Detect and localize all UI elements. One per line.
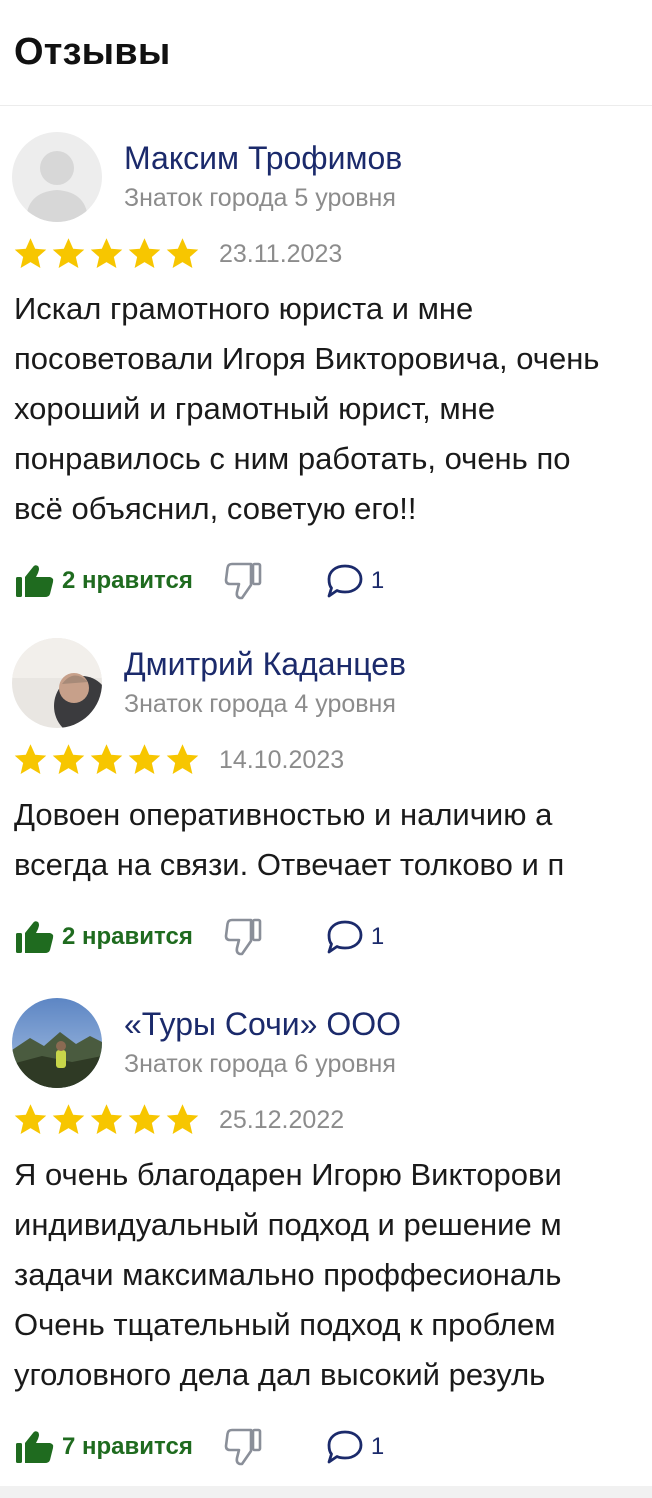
review-author[interactable]: «Туры Сочи» ООО Знаток города 6 уровня [0,994,652,1090]
review-text-line: посоветовали Игоря Викторовича, очень [14,341,600,376]
author-name[interactable]: Дмитрий Каданцев [124,644,406,684]
comment-button[interactable]: 1 [325,1428,384,1466]
star-icon [52,1104,85,1134]
review-card: Максим Трофимов Знаток города 5 уровня 2… [0,128,652,608]
review-text-line: уголовного дела дал высокий резуль [14,1357,546,1392]
rating-row: 25.12.2022 [0,1098,652,1142]
author-name[interactable]: «Туры Сочи» ООО [124,1004,401,1044]
comment-button[interactable]: 1 [325,562,384,600]
star-icon [90,1104,123,1134]
star-icon [52,744,85,774]
review-author[interactable]: Дмитрий Каданцев Знаток города 4 уровня [0,634,652,730]
bottom-divider [0,1486,652,1498]
author-level: Знаток города 4 уровня [124,690,396,718]
review-card: Дмитрий Каданцев Знаток города 4 уровня … [0,634,652,964]
star-icon [90,744,123,774]
review-actions: 2 нравится 1 [0,556,652,606]
review-date: 23.11.2023 [219,239,343,268]
review-text: Довоен оперативностью и наличию а всегда… [0,790,652,890]
star-icon [52,238,85,268]
review-text: Искал грамотного юриста и мне посоветова… [0,284,652,534]
review-text-line: всегда на связи. Отвечает толково и п [14,847,565,882]
author-name[interactable]: Максим Трофимов [124,138,402,178]
rating-row: 14.10.2023 [0,738,652,782]
like-count: 7 нравится [62,1433,193,1460]
star-rating [12,236,201,272]
star-rating [12,742,201,778]
dislike-button[interactable] [223,1427,265,1467]
review-text-line: понравилось с ним работать, очень по [14,441,571,476]
star-icon [90,238,123,268]
star-icon [128,1104,161,1134]
reviews-header: Отзывы [0,0,652,106]
star-icon [166,744,199,774]
author-level: Знаток города 6 уровня [124,1050,396,1078]
thumbs-up-icon [16,921,54,953]
comment-icon [327,564,363,598]
thumbs-up-icon [16,1431,54,1463]
avatar[interactable] [12,132,102,222]
review-text-line: индивидуальный подход и решение м [14,1207,562,1242]
avatar[interactable] [12,638,102,728]
review-author[interactable]: Максим Трофимов Знаток города 5 уровня [0,128,652,224]
star-icon [14,1104,47,1134]
thumbs-up-icon [16,565,54,597]
like-button[interactable]: 7 нравится [14,1429,193,1465]
like-count: 2 нравится [62,567,193,594]
page-title: Отзывы [14,31,171,73]
comment-count: 1 [370,1433,385,1460]
comment-icon [327,920,363,954]
star-icon [128,744,161,774]
review-text-line: Я очень благодарен Игорю Викторови [14,1157,562,1192]
dislike-button[interactable] [223,561,265,601]
thumbs-down-icon [224,918,262,956]
comment-count: 1 [370,923,385,950]
star-icon [166,238,199,268]
star-rating [12,1102,201,1138]
review-text-line: Искал грамотного юриста и мне [14,291,474,326]
comment-button[interactable]: 1 [325,918,384,956]
review-date: 14.10.2023 [219,745,345,774]
review-text-line: хороший и грамотный юрист, мне [14,391,496,426]
review-card: «Туры Сочи» ООО Знаток города 6 уровня 2… [0,994,652,1489]
star-icon [14,744,47,774]
comment-count: 1 [370,567,385,594]
like-button[interactable]: 2 нравится [14,919,193,955]
like-count: 2 нравится [62,923,193,950]
star-icon [166,1104,199,1134]
review-date: 25.12.2022 [219,1105,345,1134]
star-icon [128,238,161,268]
review-text-line: всё объяснил, советую его!! [14,491,417,526]
comment-icon [327,1430,363,1464]
review-text-line: Очень тщательный подход к проблем [14,1307,556,1342]
author-level: Знаток города 5 уровня [124,184,396,212]
thumbs-down-icon [224,1428,262,1466]
like-button[interactable]: 2 нравится [14,563,193,599]
review-actions: 7 нравится 1 [0,1422,652,1472]
review-text-line: задачи максимально проффесиональ [14,1257,562,1292]
star-icon [14,238,47,268]
review-actions: 2 нравится 1 [0,912,652,962]
avatar[interactable] [12,998,102,1088]
dislike-button[interactable] [223,917,265,957]
review-text: Я очень благодарен Игорю Викторови индив… [0,1150,652,1400]
review-text-line: Довоен оперативностью и наличию а [14,797,553,832]
rating-row: 23.11.2023 [0,232,652,276]
thumbs-down-icon [224,562,262,600]
